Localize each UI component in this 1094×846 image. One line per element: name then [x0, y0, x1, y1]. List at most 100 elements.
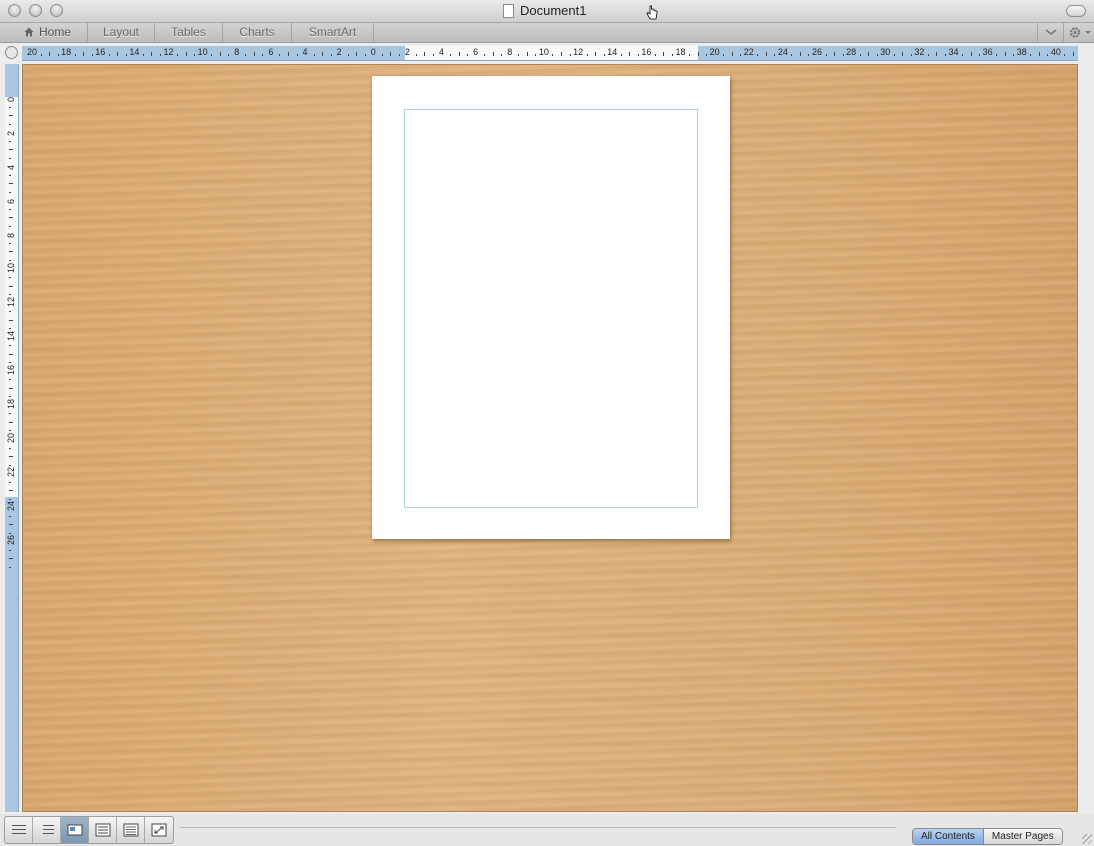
- ruler-tick: [569, 54, 571, 56]
- ruler-tick: [876, 54, 878, 56]
- layout-icon: [67, 824, 83, 836]
- ruler-tick: [9, 464, 11, 466]
- ruler-label: 38: [1016, 47, 1027, 57]
- ruler-label: 18: [61, 47, 72, 57]
- ruler-tick: [9, 532, 11, 534]
- ruler-tick: [9, 549, 11, 551]
- all-contents-tab[interactable]: All Contents: [913, 829, 983, 844]
- hand-cursor-icon: [646, 5, 658, 20]
- tab-home[interactable]: Home: [8, 23, 88, 42]
- ruler-label: 12: [163, 47, 174, 57]
- ruler-tick: [1030, 54, 1032, 56]
- ruler-tick: [296, 54, 298, 56]
- ruler-tick: [825, 54, 827, 56]
- ruler-tick: [9, 328, 11, 330]
- ruler-tick: [492, 52, 494, 56]
- ruler-label: 16: [6, 364, 16, 375]
- ruler-tick: [142, 54, 144, 56]
- ruler-label: 22: [6, 467, 16, 478]
- ruler-tick: [9, 447, 11, 449]
- ruler-tick: [799, 52, 801, 56]
- draft-view-button[interactable]: [5, 817, 33, 843]
- ruler-label: 12: [6, 296, 16, 307]
- ruler-label: 34: [948, 47, 959, 57]
- document-page[interactable]: [372, 76, 730, 539]
- ruler-tick: [185, 52, 187, 56]
- ruler-label: 8: [507, 47, 513, 57]
- ruler-tick: [117, 52, 119, 56]
- ruler-tick: [9, 413, 11, 415]
- ruler-tick: [433, 54, 435, 56]
- ruler-tick: [91, 54, 93, 56]
- ruler-tick: [595, 52, 597, 56]
- horizontal-scrollbar[interactable]: [180, 827, 896, 831]
- ruler-tick: [9, 430, 11, 432]
- ruler-tick: [458, 52, 460, 56]
- ruler-tick: [9, 251, 13, 253]
- ruler-tick: [9, 566, 11, 568]
- ruler-tick: [9, 311, 11, 313]
- ruler-tick: [9, 208, 11, 210]
- ruler-tick: [1072, 52, 1074, 56]
- ruler-corner-button[interactable]: [5, 46, 18, 59]
- ruler-tick: [9, 515, 11, 517]
- ruler-label: 10: [538, 47, 549, 57]
- ruler-tick: [518, 54, 520, 56]
- ruler-tick: [9, 362, 11, 364]
- tab-smartart[interactable]: SmartArt: [292, 23, 374, 42]
- tab-tables[interactable]: Tables: [155, 23, 223, 42]
- ruler-tick: [108, 54, 110, 56]
- ruler-label: 0: [6, 96, 16, 102]
- full-screen-view-button[interactable]: [145, 817, 173, 843]
- ruler-tick: [962, 54, 964, 56]
- ruler-tick: [671, 54, 673, 56]
- publishing-layout-view-button[interactable]: [61, 817, 89, 843]
- toolbar-toggle-button[interactable]: [1066, 5, 1086, 17]
- ruler-tick: [629, 52, 631, 56]
- ruler-label: 12: [573, 47, 584, 57]
- vertical-ruler[interactable]: 0 2 4 6 8 10 12 14 16 18 20 22 24 26: [5, 64, 19, 812]
- ruler-label: 10: [6, 262, 16, 273]
- ruler-tick: [9, 277, 11, 279]
- outline-view-button[interactable]: [33, 817, 61, 843]
- ruler-tick: [467, 54, 469, 56]
- notebook-view-button[interactable]: [117, 817, 145, 843]
- ruler-tick: [398, 54, 400, 56]
- ruler-tick: [996, 54, 998, 56]
- tab-layout[interactable]: Layout: [88, 23, 155, 42]
- ruler-label: 32: [914, 47, 925, 57]
- ruler-label: 4: [6, 165, 16, 171]
- ruler-tick: [287, 52, 289, 56]
- ruler-tick: [219, 52, 221, 56]
- ruler-tick: [9, 174, 11, 176]
- master-pages-tab[interactable]: Master Pages: [982, 829, 1062, 844]
- tab-charts[interactable]: Charts: [223, 23, 292, 42]
- ruler-label: 24: [777, 47, 788, 57]
- ruler-tick: [723, 54, 725, 56]
- ruler-label: 40: [1050, 47, 1061, 57]
- horizontal-ruler[interactable]: 20 18 16 14 12 10 8 6 4 2 0 2 4 6 8 10 12 14 16 18 20 22 24 26 2…: [22, 46, 1078, 61]
- view-switcher: [4, 816, 174, 844]
- ruler-label: 22: [743, 47, 754, 57]
- tab-home-label: Home: [38, 25, 71, 39]
- ruler-tick: [9, 456, 13, 458]
- ruler-tick: [415, 54, 417, 56]
- print-layout-view-button[interactable]: [89, 817, 117, 843]
- zoom-window-button[interactable]: [50, 4, 63, 17]
- ruler-tick: [637, 54, 639, 56]
- close-window-button[interactable]: [8, 4, 21, 17]
- minimize-window-button[interactable]: [29, 4, 42, 17]
- ruler-label: 16: [95, 47, 106, 57]
- resize-grip-icon[interactable]: [1082, 834, 1092, 844]
- ruler-tick: [9, 396, 11, 398]
- ruler-tick: [9, 421, 13, 423]
- ruler-label: 26: [6, 535, 16, 546]
- ruler-tick: [9, 490, 13, 492]
- ruler-tick: [57, 54, 59, 56]
- ruler-tick: [9, 285, 13, 287]
- ruler-tick: [9, 149, 13, 151]
- ribbon-collapse-button[interactable]: [1037, 23, 1064, 42]
- ruler-label: 24: [6, 501, 16, 512]
- ribbon-settings-button[interactable]: [1063, 23, 1094, 42]
- ruler-tick: [9, 225, 11, 227]
